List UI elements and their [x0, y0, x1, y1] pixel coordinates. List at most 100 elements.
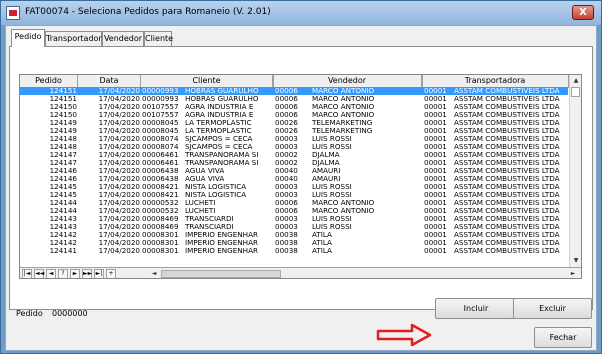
cell-vendedor-code: 00003	[275, 223, 298, 231]
pedido-value: 0000000	[52, 309, 88, 318]
next-record-icon[interactable]: ►	[70, 269, 80, 278]
vertical-scrollbar[interactable]: ▲ ▼	[569, 75, 581, 267]
app-icon	[6, 6, 20, 20]
incluir-button[interactable]: Incluir	[435, 298, 517, 319]
tab-pedido[interactable]: Pedido	[11, 29, 45, 47]
cell-cliente-code: 00000532	[142, 199, 179, 207]
cell-vendedor-name: MARCO ANTONIO	[312, 199, 375, 207]
cell-cliente-name: IMPERIO ENGENHAR	[185, 231, 258, 239]
table-row[interactable]: 124144 17/04/2020 00000532 LUCHETI 00006 MARC…	[20, 199, 568, 207]
table-row[interactable]: 124145 17/04/2020 00008421 NISTA LOGISTICA 0…	[20, 183, 568, 191]
cell-vendedor-code: 00038	[275, 231, 298, 239]
column-header-pedido[interactable]: Pedido	[20, 75, 78, 87]
tab-cliente[interactable]: Cliente	[144, 31, 173, 46]
prior-record-icon[interactable]: ◄	[46, 269, 56, 278]
cell-pedido: 124142	[49, 231, 77, 239]
cell-pedido: 124144	[49, 199, 77, 207]
excluir-button[interactable]: Excluir	[513, 298, 592, 319]
cell-cliente-name: IMPERIO ENGENHAR	[185, 239, 258, 247]
table-row[interactable]: 124148 17/04/2020 00008074 SJCAMPOS = CECA 0…	[20, 143, 568, 151]
cell-pedido: 124142	[49, 239, 77, 247]
title-bar[interactable]: FAT00074 - Seleciona Pedidos para Romane…	[1, 1, 601, 25]
vertical-scroll-thumb[interactable]	[571, 87, 580, 97]
column-header-vendedor[interactable]: Vendedor	[273, 75, 422, 87]
table-row[interactable]: 124141 17/04/2020 00008301 IMPERIO ENGENHAR…	[20, 247, 568, 255]
table-row[interactable]: 124150 17/04/2020 00107557 AGRA INDUSTRIA E…	[20, 103, 568, 111]
cell-data: 17/04/2020	[98, 207, 140, 215]
tab-transportador[interactable]: Transportador	[45, 31, 102, 46]
horizontal-scrollbar[interactable]: ◄ ►	[147, 267, 581, 278]
scroll-up-icon[interactable]: ▲	[571, 76, 581, 86]
fechar-button[interactable]: Fechar	[534, 327, 592, 348]
column-header-data[interactable]: Data	[78, 75, 141, 87]
table-row[interactable]: 124149 17/04/2020 00008045 LA TERMOPLASTIC 0…	[20, 119, 568, 127]
cell-data: 17/04/2020	[98, 151, 140, 159]
cell-data: 17/04/2020	[98, 175, 140, 183]
cell-vendedor-code: 00026	[275, 119, 298, 127]
cell-pedido: 124143	[49, 215, 77, 223]
cell-cliente-code: 00008469	[142, 215, 179, 223]
cell-pedido: 124147	[49, 151, 77, 159]
tab-vendedor[interactable]: Vendedor	[102, 31, 144, 46]
cell-transportadora-name: ASSTAM COMBUSTIVEIS LTDA	[454, 151, 560, 159]
table-row[interactable]: 124142 17/04/2020 00008301 IMPERIO ENGENHAR…	[20, 239, 568, 247]
cell-cliente-name: SJCAMPOS = CECA	[185, 143, 253, 151]
cell-vendedor-name: LUIS ROSSI	[312, 215, 352, 223]
window: FAT00074 - Seleciona Pedidos para Romane…	[0, 0, 602, 354]
prior-page-icon[interactable]: ◄◄	[34, 269, 44, 278]
cell-vendedor-code: 00006	[275, 111, 298, 119]
window-title: FAT00074 - Seleciona Pedidos para Romane…	[25, 7, 271, 17]
cell-transportadora-code: 00001	[424, 135, 447, 143]
cell-cliente-name: HOBRAS GUARULHO	[185, 95, 259, 103]
cell-vendedor-code: 00006	[275, 199, 298, 207]
insert-record-icon[interactable]: +	[106, 269, 116, 278]
table-row[interactable]: 124151 17/04/2020 00000993 HOBRAS GUARULHO 0…	[20, 87, 568, 95]
table-row[interactable]: 124151 17/04/2020 00000993 HOBRAS GUARULHO 0…	[20, 95, 568, 103]
next-page-icon[interactable]: ►►	[82, 269, 92, 278]
cell-transportadora-name: ASSTAM COMBUSTIVEIS LTDA	[454, 223, 560, 231]
table-row[interactable]: 124147 17/04/2020 00006461 TRANSPANORAMA SI…	[20, 151, 568, 159]
cell-vendedor-name: LUIS ROSSI	[312, 135, 352, 143]
last-record-icon[interactable]: ►|	[94, 269, 104, 278]
cell-vendedor-name: TELEMARKETING	[312, 119, 373, 127]
table-row[interactable]: 124144 17/04/2020 00000532 LUCHETI 00006 MARC…	[20, 207, 568, 215]
table-row[interactable]: 124145 17/04/2020 00008421 NISTA LOGISTICA 0…	[20, 191, 568, 199]
cell-data: 17/04/2020	[98, 143, 140, 151]
table-row[interactable]: 124143 17/04/2020 00008469 TRANSCIARDI 00003…	[20, 223, 568, 231]
cell-transportadora-name: ASSTAM COMBUSTIVEIS LTDA	[454, 207, 560, 215]
first-record-icon[interactable]: |◄	[22, 269, 32, 278]
cell-data: 17/04/2020	[98, 159, 140, 167]
table-row[interactable]: 124149 17/04/2020 00008045 LA TERMOPLASTIC 0…	[20, 127, 568, 135]
help-icon[interactable]: ?	[58, 269, 68, 278]
grid-rows: 124151 17/04/2020 00000993 HOBRAS GUARULHO 0…	[20, 87, 568, 267]
scroll-right-icon[interactable]: ►	[568, 269, 578, 278]
table-row[interactable]: 124142 17/04/2020 00008301 IMPERIO ENGENHAR…	[20, 231, 568, 239]
cell-pedido: 124145	[49, 183, 77, 191]
scroll-left-icon[interactable]: ◄	[149, 269, 159, 278]
close-button[interactable]: X	[572, 5, 594, 20]
table-row[interactable]: 124150 17/04/2020 00107557 AGRA INDUSTRIA E…	[20, 111, 568, 119]
cell-transportadora-code: 00001	[424, 183, 447, 191]
cell-vendedor-code: 00026	[275, 127, 298, 135]
cell-pedido: 124150	[49, 103, 77, 111]
table-row[interactable]: 124146 17/04/2020 00006438 AGUA VIVA 00040 AM…	[20, 175, 568, 183]
cell-data: 17/04/2020	[98, 119, 140, 127]
table-row[interactable]: 124148 17/04/2020 00008074 SJCAMPOS = CECA 0…	[20, 135, 568, 143]
scroll-down-icon[interactable]: ▼	[571, 256, 581, 266]
cell-cliente-name: AGUA VIVA	[185, 175, 225, 183]
table-row[interactable]: 124147 17/04/2020 00006461 TRANSPANORAMA SI…	[20, 159, 568, 167]
cell-transportadora-code: 00001	[424, 199, 447, 207]
cell-transportadora-name: ASSTAM COMBUSTIVEIS LTDA	[454, 215, 560, 223]
column-header-transportadora[interactable]: Transportadora	[422, 75, 569, 87]
cell-vendedor-name: LUIS ROSSI	[312, 183, 352, 191]
cell-vendedor-code: 00006	[275, 207, 298, 215]
cell-vendedor-name: MARCO ANTONIO	[312, 103, 375, 111]
horizontal-scroll-thumb[interactable]	[161, 270, 281, 278]
cell-vendedor-name: TELEMARKETING	[312, 127, 373, 135]
orders-grid[interactable]: Pedido Data Cliente Vendedor Transportad…	[19, 74, 582, 279]
cell-transportadora-code: 00001	[424, 159, 447, 167]
table-row[interactable]: 124146 17/04/2020 00006438 AGUA VIVA 00040 AM…	[20, 167, 568, 175]
cell-cliente-name: TRANSPANORAMA SI	[185, 151, 259, 159]
column-header-cliente[interactable]: Cliente	[141, 75, 273, 87]
table-row[interactable]: 124143 17/04/2020 00008469 TRANSCIARDI 00003…	[20, 215, 568, 223]
